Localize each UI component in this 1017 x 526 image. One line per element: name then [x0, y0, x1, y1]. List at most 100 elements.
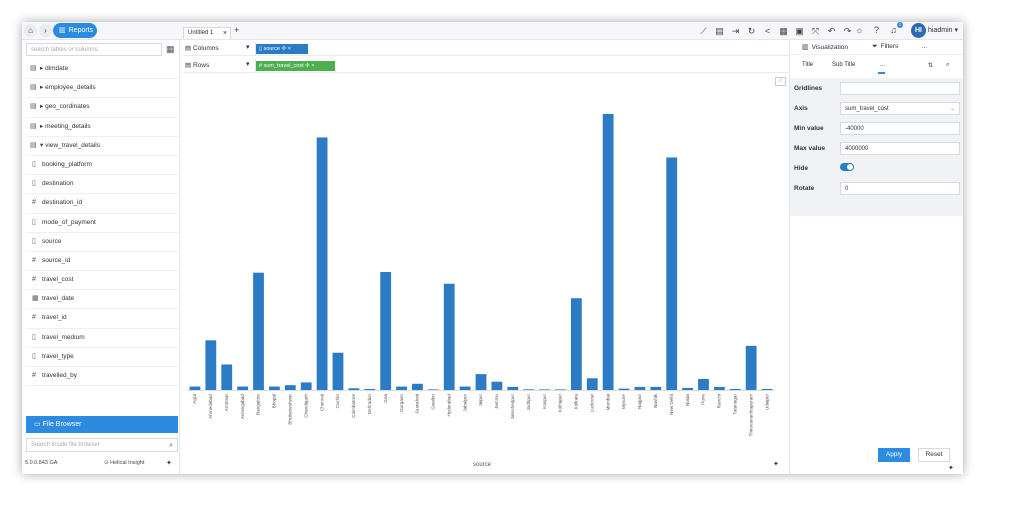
bar-lucknow[interactable]: [586, 378, 598, 390]
export-icon[interactable]: ⇥: [730, 25, 741, 37]
sort-icon[interactable]: ⇅: [928, 62, 933, 69]
bar-amritsar[interactable]: [221, 364, 233, 390]
home-icon[interactable]: ⌂: [24, 24, 37, 37]
bar-pune[interactable]: [698, 378, 709, 390]
bar-jaipur[interactable]: [475, 374, 487, 390]
sql-icon[interactable]: ▣: [794, 25, 805, 37]
grid-icon[interactable]: ▦: [166, 44, 175, 55]
min-value-input[interactable]: -40000: [840, 122, 960, 135]
subtab-subtitle[interactable]: Sub Title: [832, 62, 855, 68]
tab-untitled[interactable]: Untitled 1 ×: [183, 27, 231, 39]
field-travelled-by[interactable]: # travelled_by: [26, 367, 178, 387]
view-icon[interactable]: ▦: [778, 25, 789, 37]
bar-bhubaneshwar[interactable]: [284, 385, 296, 390]
bar-jabalpur[interactable]: [459, 386, 471, 390]
bar-udaipur[interactable]: [761, 388, 773, 390]
save-icon[interactable]: ▤: [714, 25, 725, 37]
bar-cochin[interactable]: [332, 352, 344, 390]
bar-coimbatore[interactable]: [348, 388, 360, 390]
field-booking-platform[interactable]: ▯ booking_platform: [26, 156, 178, 176]
gridlines-input[interactable]: [840, 82, 960, 95]
bar-gwalior[interactable]: [427, 389, 439, 390]
bar-jammu[interactable]: [491, 381, 503, 390]
caret-down-icon[interactable]: ▾: [246, 60, 250, 68]
pin-icon[interactable]: ✦: [773, 460, 779, 468]
field-mode-of-payment[interactable]: ▯ mode_of_payment: [26, 214, 178, 233]
reset-button[interactable]: Reset: [918, 448, 950, 462]
bar-mumbai[interactable]: [602, 114, 614, 390]
bar-goa[interactable]: [380, 272, 392, 390]
tree-item-dimdate[interactable]: ▤ ▸ dimdate: [26, 60, 178, 80]
hide-toggle[interactable]: [840, 163, 854, 171]
bar-agra[interactable]: [189, 386, 201, 390]
file-browser-search-input[interactable]: Search inside file browser ⌕: [26, 438, 178, 452]
tab-visualization[interactable]: ▥ Visualization: [802, 43, 848, 51]
search-icon[interactable]: ⌕: [169, 439, 173, 452]
bar-nagpur[interactable]: [634, 386, 646, 390]
reports-button[interactable]: ▥ Reports: [53, 23, 97, 38]
help-icon[interactable]: ?: [871, 24, 882, 37]
bar-kolkata[interactable]: [570, 298, 582, 390]
close-icon[interactable]: ×: [223, 28, 227, 39]
bar-new-delhi[interactable]: [666, 157, 678, 390]
bar-nashik[interactable]: [650, 386, 662, 390]
tree-item-geo-cordinates[interactable]: ▤ ▸ geo_cordinates: [26, 98, 178, 118]
fullscreen-icon[interactable]: ⤧: [810, 25, 821, 37]
bar-tatanagar[interactable]: [729, 388, 741, 390]
bar-kolhapur[interactable]: [555, 389, 566, 390]
bar-chennai[interactable]: [316, 137, 328, 390]
field-travel-date[interactable]: ▦ travel_date: [26, 290, 178, 310]
field-destination-id[interactable]: # destination_id: [26, 194, 178, 214]
columns-shelf[interactable]: ▤ Columns ▾ ▯ source ✢ ×: [183, 42, 799, 56]
bar-gurgaon[interactable]: [396, 386, 407, 390]
field-travel-medium[interactable]: ▯ travel_medium: [26, 329, 178, 348]
caret-down-icon[interactable]: ▾: [246, 43, 250, 51]
bar-guwahati[interactable]: [412, 383, 423, 390]
rotate-input[interactable]: 0: [840, 182, 960, 195]
tree-item-employee-details[interactable]: ▤ ▸ employee_details: [26, 79, 178, 99]
source-pill[interactable]: ▯ source ✢ ×: [256, 44, 308, 54]
line-chart-icon[interactable]: ⟋: [698, 25, 709, 37]
tree-item-meeting-details[interactable]: ▤ ▸ meeting_details: [26, 118, 178, 137]
bar-chandigarh[interactable]: [300, 382, 312, 390]
pin-icon[interactable]: ✦: [948, 464, 954, 472]
search-icon[interactable]: ⌕: [946, 62, 949, 69]
bar-jodhpur[interactable]: [523, 389, 535, 390]
bar-dehradun[interactable]: [364, 388, 376, 390]
bar-hyderabad[interactable]: [443, 283, 455, 390]
apply-button[interactable]: Apply: [878, 448, 910, 462]
chevron-right-icon[interactable]: ›: [39, 24, 52, 37]
file-browser-button[interactable]: ▭ File Browser: [26, 416, 178, 433]
bar-ahmedabad[interactable]: [205, 340, 217, 390]
bar-bhopal[interactable]: [269, 386, 280, 390]
rows-shelf[interactable]: ▤ Rows ▾ # sum_travel_cost ✢ ×: [183, 59, 799, 73]
redo-icon[interactable]: ↷: [842, 25, 853, 37]
add-tab-button[interactable]: +: [234, 25, 239, 35]
search-tables-input[interactable]: search tables or columns: [26, 43, 162, 56]
subtab-title[interactable]: Title: [802, 62, 813, 68]
field-source-id[interactable]: # source_id: [26, 252, 178, 272]
pin-icon[interactable]: ✦: [166, 459, 172, 467]
field-travel-cost[interactable]: # travel_cost: [26, 271, 178, 291]
axis-select[interactable]: sum_travel_cost ⌄: [840, 102, 960, 115]
field-travel-type[interactable]: ▯ travel_type: [26, 348, 178, 367]
avatar[interactable]: HI: [911, 23, 926, 38]
username-menu[interactable]: hiadmin ▾: [928, 26, 958, 34]
refresh-icon[interactable]: ↻: [746, 25, 757, 37]
field-source[interactable]: ▯ source: [26, 233, 178, 252]
bar-aurangabad[interactable]: [237, 386, 249, 390]
tab-more[interactable]: ...: [922, 43, 927, 50]
bar-mysore[interactable]: [618, 388, 630, 390]
share-icon[interactable]: <: [762, 25, 773, 37]
tree-item-view-travel-details[interactable]: ▤ ▾ view_travel_details: [26, 137, 178, 156]
bar-kanpur[interactable]: [539, 389, 550, 390]
undo-icon[interactable]: ↶: [826, 25, 837, 37]
lightbulb-icon[interactable]: ☼: [854, 24, 865, 37]
field-travel-id[interactable]: # travel_id: [26, 309, 178, 329]
bar-jamshedpur[interactable]: [507, 386, 519, 390]
bar-ranchi[interactable]: [713, 386, 725, 390]
travel-cost-pill[interactable]: # sum_travel_cost ✢ ×: [256, 61, 335, 71]
bar-thiruvananthapuram[interactable]: [745, 345, 757, 390]
tab-filters[interactable]: ⏷ Filters: [872, 43, 898, 51]
chart-type-icon[interactable]: ⟋: [775, 77, 786, 86]
